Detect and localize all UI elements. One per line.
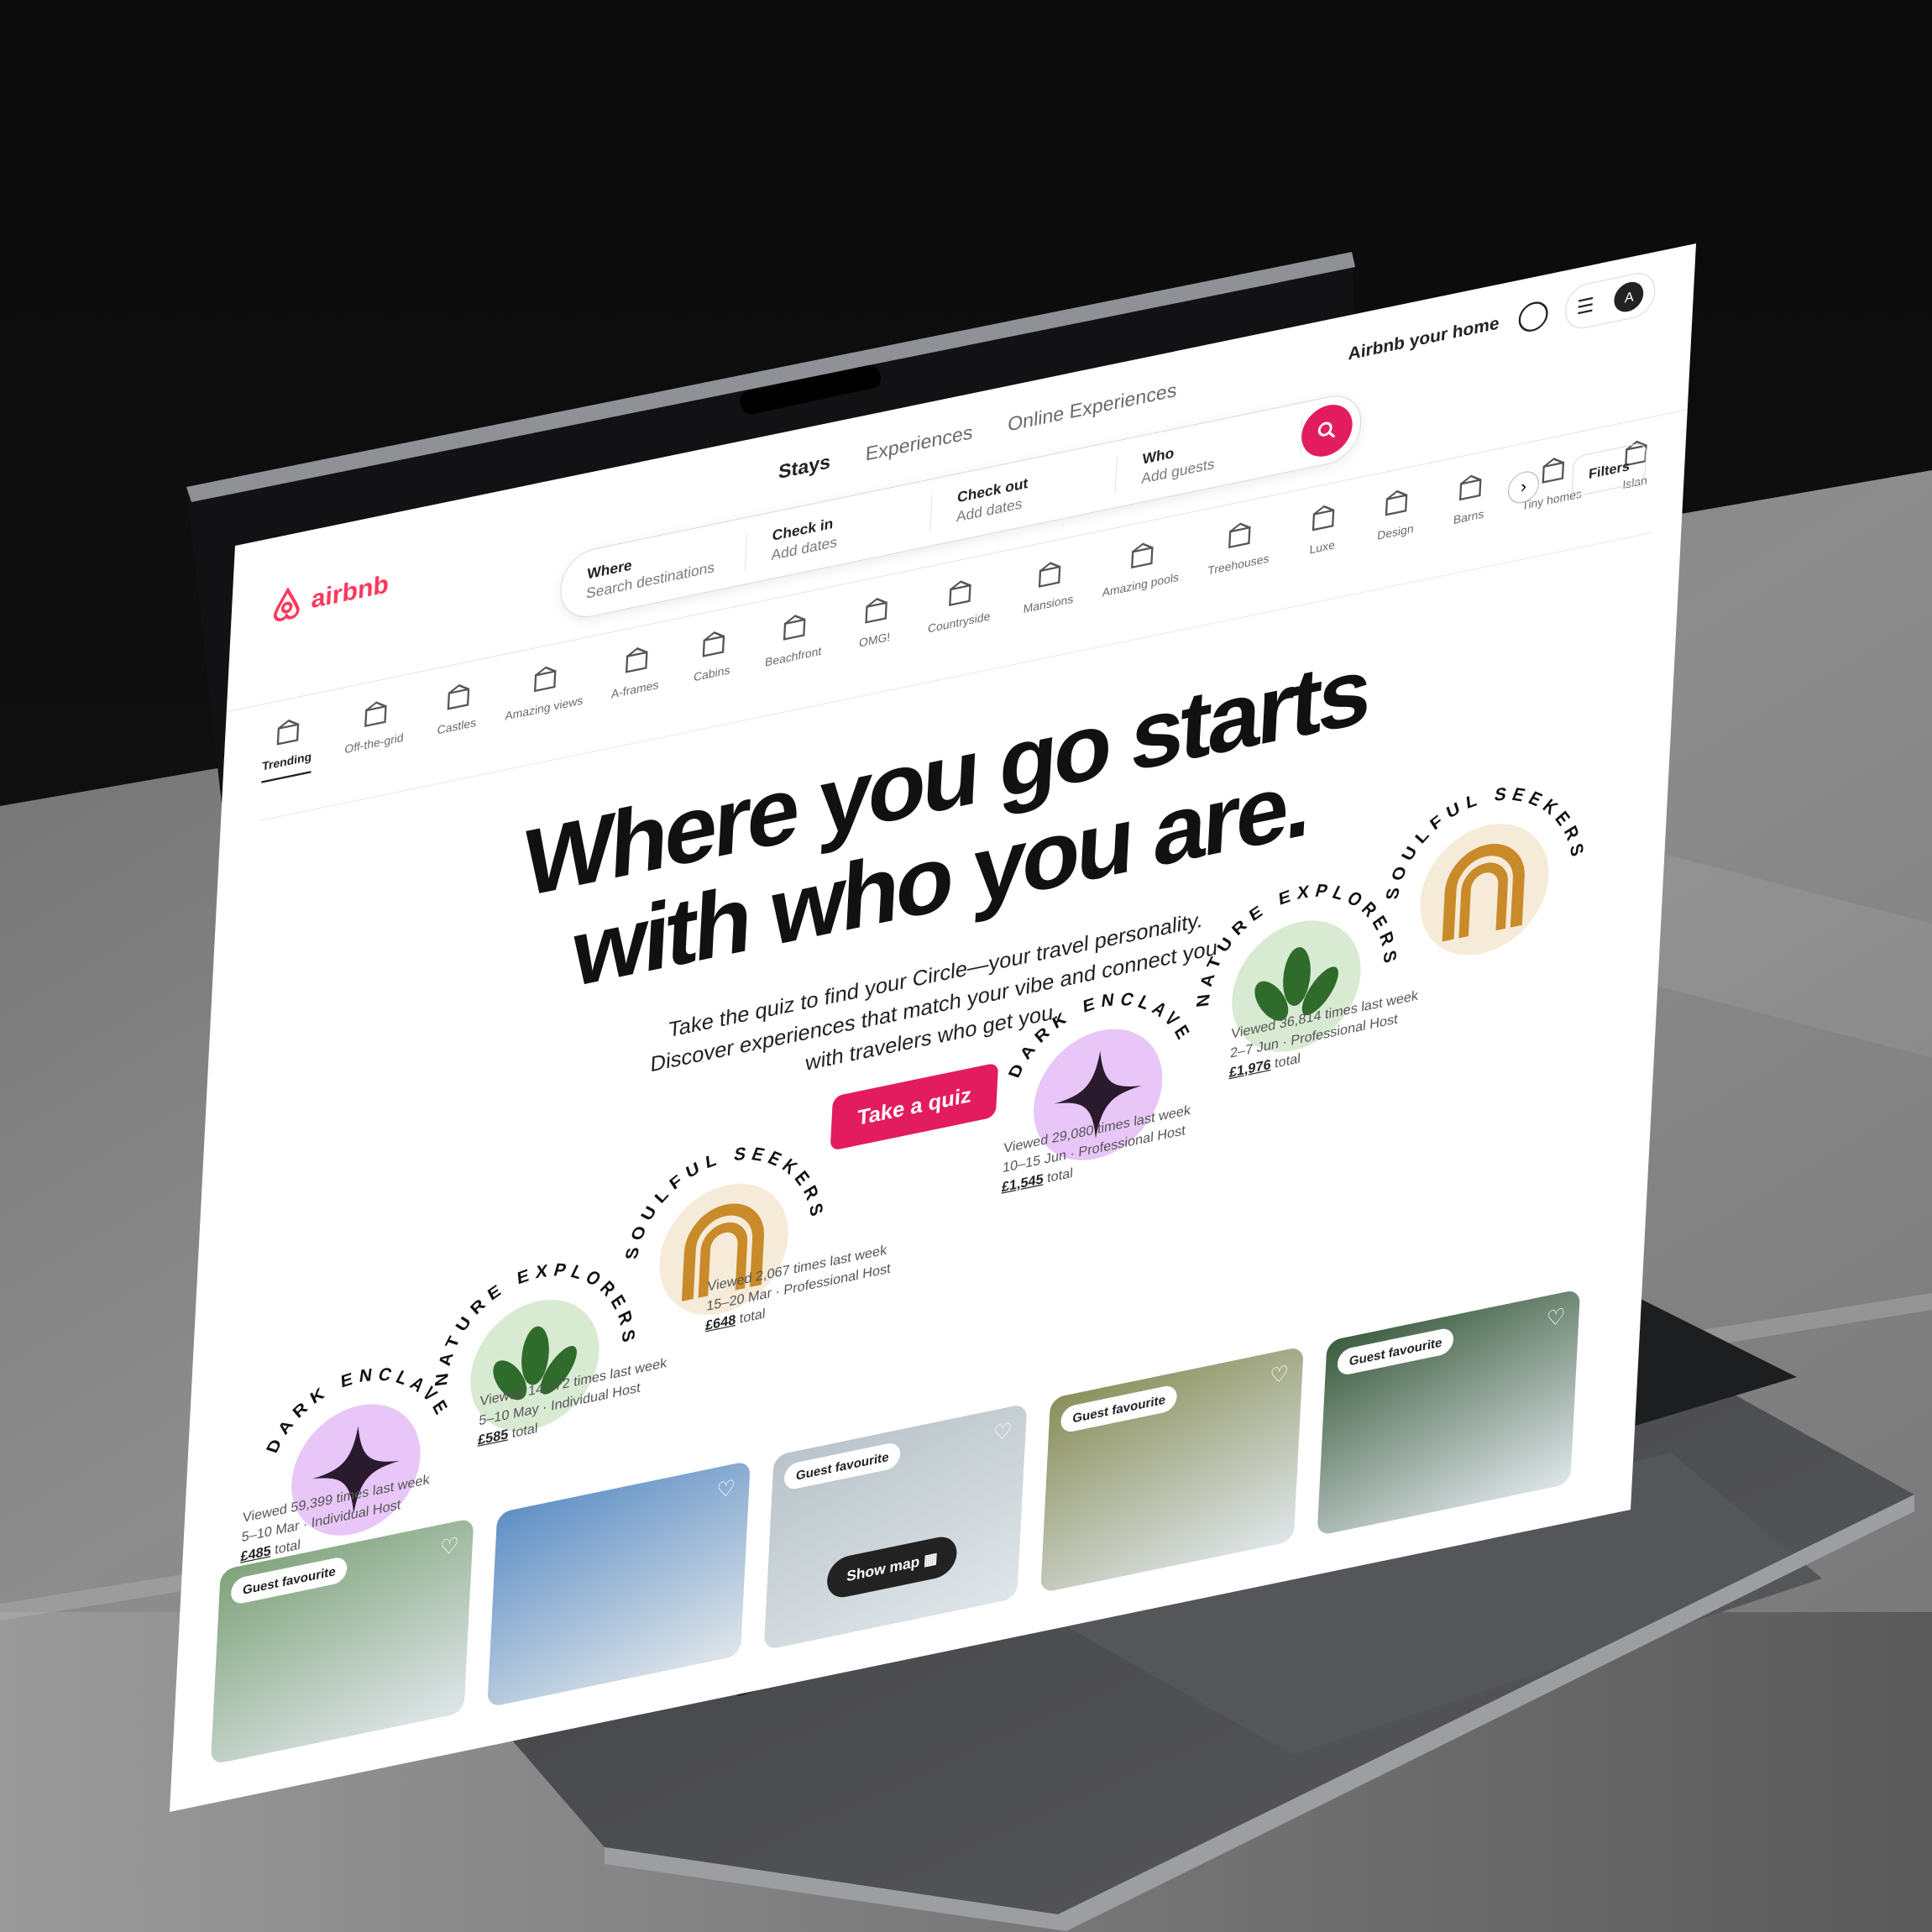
treehouse-icon — [1228, 522, 1251, 549]
take-quiz-button[interactable]: Take a quiz — [830, 1062, 999, 1151]
aframe-icon — [625, 647, 648, 673]
cabin-icon — [702, 631, 725, 657]
guest-favourite-badge: Guest favourite — [783, 1441, 902, 1492]
category-label: Treehouses — [1207, 551, 1270, 579]
listing-price-suffix: total — [1046, 1164, 1074, 1186]
heart-icon[interactable]: ♡ — [715, 1475, 736, 1505]
listing-card[interactable]: ♡ — [487, 1460, 751, 1708]
category-label: Barns — [1453, 506, 1484, 527]
listing-card[interactable]: Guest favourite ♡ — [763, 1403, 1028, 1651]
who-field[interactable]: Who Add guests — [1115, 417, 1303, 493]
beach-icon — [783, 615, 806, 641]
category-label: Luxe — [1309, 537, 1336, 558]
category-14[interactable]: Barns — [1448, 469, 1491, 528]
category-0[interactable]: Trending — [261, 712, 314, 783]
profile-menu-button[interactable]: ☰ A — [1564, 269, 1657, 332]
category-label: Amazing views — [505, 693, 584, 724]
castle-icon — [447, 683, 469, 710]
category-3[interactable]: Amazing views — [505, 657, 584, 723]
avatar: A — [1614, 279, 1645, 315]
tiny-home-icon — [1542, 458, 1565, 484]
category-4[interactable]: A-frames — [611, 641, 662, 701]
category-12[interactable]: Luxe — [1301, 500, 1344, 558]
category-5[interactable]: Cabins — [691, 626, 734, 684]
category-label: Design — [1376, 521, 1415, 543]
category-label: Beachfront — [764, 644, 822, 670]
category-label: Amazing pools — [1102, 570, 1180, 600]
category-label: Cabins — [693, 662, 730, 684]
category-9[interactable]: Mansions — [1023, 555, 1076, 616]
badge-soulful-seekers[interactable]: SOULFUL SEEKERS — [1367, 754, 1603, 1024]
airbnb-logo-icon — [273, 586, 300, 622]
listing-price-suffix: total — [739, 1305, 767, 1327]
category-6[interactable]: Beachfront — [765, 607, 824, 669]
where-field[interactable]: Where Search destinations — [560, 532, 748, 608]
category-1[interactable]: Off-the-grid — [344, 694, 406, 757]
category-11[interactable]: Treehouses — [1207, 515, 1271, 578]
category-label: Off-the-grid — [344, 730, 405, 757]
category-label: Countryside — [927, 609, 991, 636]
heart-icon[interactable]: ♡ — [992, 1418, 1013, 1448]
grid-icon — [364, 701, 387, 728]
category-label: Castles — [437, 715, 477, 737]
brand-name: airbnb — [310, 568, 390, 614]
category-8[interactable]: Countryside — [928, 572, 992, 636]
listing-price-suffix: total — [1274, 1050, 1301, 1071]
heart-icon[interactable]: ♡ — [1269, 1360, 1289, 1390]
listing-card[interactable]: Guest favourite ♡ — [1317, 1288, 1581, 1537]
menu-icon: ☰ — [1576, 293, 1595, 319]
fire-icon — [277, 719, 300, 746]
tab-experiences[interactable]: Experiences — [865, 422, 973, 467]
arch-icon: SOULFUL SEEKERS — [1382, 766, 1592, 964]
tab-online-experiences[interactable]: Online Experiences — [1008, 380, 1178, 437]
pool-icon — [1130, 542, 1154, 569]
category-label: OMG! — [858, 630, 891, 651]
category-7[interactable]: OMG! — [854, 592, 897, 651]
badge-soulful-seekers[interactable]: SOULFUL SEEKERS — [606, 1114, 842, 1385]
category-2[interactable]: Castles — [437, 678, 479, 737]
globe-icon[interactable] — [1517, 299, 1549, 335]
category-label: Trending — [261, 749, 312, 774]
arch-icon: SOULFUL SEEKERS — [622, 1125, 831, 1323]
category-label: A-frames — [610, 678, 659, 702]
checkout-field[interactable]: Check out Add dates — [930, 456, 1118, 531]
category-label: Mansions — [1023, 592, 1074, 616]
view-icon — [534, 666, 557, 693]
luxe-icon — [1312, 505, 1335, 531]
guest-favourite-badge: Guest favourite — [1060, 1383, 1178, 1434]
ufo-icon — [865, 598, 887, 624]
heart-icon[interactable]: ♡ — [439, 1532, 459, 1562]
design-icon — [1385, 490, 1408, 516]
category-10[interactable]: Amazing pools — [1102, 534, 1179, 599]
search-button[interactable] — [1300, 400, 1354, 462]
listing-price-suffix: total — [274, 1536, 301, 1558]
guest-favourite-badge: Guest favourite — [1337, 1326, 1455, 1377]
heart-icon[interactable]: ♡ — [1546, 1303, 1566, 1333]
tab-stays[interactable]: Stays — [778, 452, 830, 484]
airbnb-logo[interactable]: airbnb — [270, 567, 390, 625]
mansion-icon — [1038, 562, 1061, 588]
checkin-field[interactable]: Check in Add dates — [745, 494, 933, 569]
search-icon — [1317, 421, 1336, 438]
host-link[interactable]: Airbnb your home — [1348, 313, 1500, 365]
category-13[interactable]: Design — [1375, 484, 1418, 543]
barn-icon — [1458, 474, 1482, 501]
listing-price-suffix: total — [511, 1419, 539, 1441]
listing-card[interactable]: Guest favourite ♡ — [1040, 1346, 1304, 1594]
countryside-icon — [949, 580, 972, 606]
